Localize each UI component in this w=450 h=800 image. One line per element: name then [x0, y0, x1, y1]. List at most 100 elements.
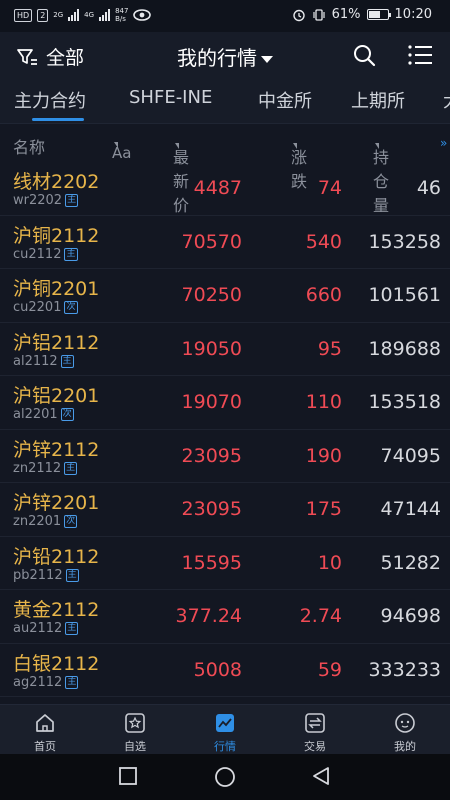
price-change: 110	[305, 391, 342, 413]
tab-dce[interactable]: 大	[443, 87, 450, 113]
last-price: 19050	[181, 337, 242, 360]
search-icon[interactable]	[352, 43, 376, 67]
more-columns-icon[interactable]: »	[440, 136, 447, 150]
quote-row[interactable]: 沪铝2112 al2112 主 19050 95 189688	[0, 323, 450, 376]
col-price[interactable]: 最新价	[173, 134, 189, 215]
col-open-interest[interactable]: 持仓量	[373, 134, 389, 215]
col-aa-label: Aa	[112, 144, 132, 162]
quote-row-partial[interactable]	[0, 697, 450, 704]
contract-code: pb2112	[13, 567, 63, 583]
contract-name: 黄金2112	[13, 599, 100, 621]
col-name[interactable]: 名称	[13, 134, 45, 158]
contract-code-group: au2112 主	[13, 621, 79, 636]
contract-code: zn2112	[13, 460, 62, 476]
price-change: 10	[317, 551, 342, 574]
tab-shfe[interactable]: 上期所	[351, 87, 405, 113]
page-title: 我的行情	[177, 46, 257, 70]
contract-code-group: cu2201 次	[13, 300, 78, 315]
price-change: 59	[317, 658, 342, 681]
last-price: 70570	[181, 230, 242, 253]
contract-name: 沪锌2112	[13, 438, 100, 461]
price-change: 190	[305, 444, 342, 467]
price-change: 74	[317, 177, 342, 199]
open-interest: 51282	[380, 551, 441, 574]
vibrate-icon	[313, 8, 325, 21]
last-price: 4487	[193, 177, 242, 199]
quote-row[interactable]: 沪铅2112 pb2112 主 15595 10 51282	[0, 537, 450, 590]
open-interest: 153518	[368, 391, 441, 413]
contract-badge: 主	[64, 247, 78, 261]
contract-badge: 主	[65, 194, 79, 207]
nav-market[interactable]: 行情	[180, 711, 270, 754]
network-4g-label: 4G	[84, 11, 95, 19]
quote-row[interactable]: 沪铜2112 cu2112 主 70570 540 153258	[0, 216, 450, 269]
contract-name: 沪铅2112	[13, 545, 100, 568]
quote-row[interactable]: 白银2112 ag2112 主 5008 59 333233	[0, 644, 450, 697]
contract-badge: 主	[60, 354, 74, 368]
quote-list: 线材2202 wr2202 主 4487 74 46 沪铜2112 cu2112 主…	[0, 162, 450, 704]
quote-row[interactable]: 沪锌2112 zn2112 主 23095 190 74095	[0, 430, 450, 483]
signal-icon-2	[99, 9, 111, 21]
open-interest: 46	[416, 177, 441, 199]
last-price: 19070	[181, 391, 242, 413]
contract-code-group: al2112 主	[13, 354, 74, 369]
col-aa-sort[interactable]: Aa	[112, 134, 131, 162]
quote-row[interactable]: 沪铜2201 cu2201 次 70250 660 101561	[0, 269, 450, 323]
nav-profile[interactable]: 我的	[360, 711, 450, 754]
col-change[interactable]: 涨跌	[291, 134, 307, 191]
system-nav-bar	[0, 754, 450, 800]
page-title-dropdown[interactable]: 我的行情	[0, 42, 450, 71]
contract-name: 沪铝2201	[13, 385, 100, 407]
contract-code: wr2202	[13, 193, 63, 208]
contract-code-group: ag2112 主	[13, 675, 79, 690]
back-triangle-icon[interactable]	[311, 766, 331, 786]
contract-badge: 主	[65, 622, 79, 635]
contract-code: al2112	[13, 353, 58, 369]
open-interest: 153258	[368, 230, 441, 253]
nav-watchlist[interactable]: 自选	[90, 711, 180, 754]
profile-face-icon	[395, 713, 415, 733]
nav-trade-label: 交易	[304, 740, 326, 753]
quote-row[interactable]: 沪铝2201 al2201 次 19070 110 153518	[0, 376, 450, 430]
contract-name: 白银2112	[13, 652, 100, 675]
contract-name: 沪铜2112	[13, 224, 100, 247]
contract-code: au2112	[13, 621, 63, 636]
last-price: 23095	[181, 444, 242, 467]
home-circle-icon[interactable]	[214, 766, 236, 788]
open-interest: 74095	[380, 444, 441, 467]
alarm-icon	[292, 9, 305, 21]
battery-percent: 61%	[331, 7, 361, 22]
price-change: 660	[305, 284, 342, 306]
status-bar: HD 2 2G 4G 847 B/s 61% 10:20	[0, 0, 450, 32]
contract-name: 沪铝2112	[13, 331, 100, 354]
last-price: 377.24	[175, 605, 242, 627]
quote-row[interactable]: 黄金2112 au2112 主 377.24 2.74 94698	[0, 590, 450, 644]
quote-row[interactable]: 线材2202 wr2202 主 4487 74 46	[0, 162, 450, 216]
active-tab-indicator	[32, 118, 84, 121]
price-change: 540	[305, 230, 342, 253]
open-interest: 47144	[380, 498, 441, 520]
tab-main-contracts[interactable]: 主力合约	[14, 87, 86, 113]
nav-trade[interactable]: 交易	[270, 711, 360, 754]
contract-code-group: pb2112 主	[13, 568, 79, 583]
menu-list-icon[interactable]	[408, 44, 432, 66]
nav-watchlist-label: 自选	[124, 740, 146, 753]
market-chart-icon	[216, 714, 234, 732]
sim-indicator: 2	[37, 8, 49, 22]
price-change: 175	[305, 498, 342, 520]
quote-row[interactable]: 沪锌2201 zn2201 次 23095 175 47144	[0, 483, 450, 537]
tab-shfe-ine[interactable]: SHFE-INE	[129, 87, 212, 108]
tab-cffex[interactable]: 中金所	[258, 87, 312, 113]
contract-code-group: wr2202 主	[13, 193, 79, 208]
speed-value: 847	[115, 7, 129, 15]
recent-apps-icon[interactable]	[118, 766, 138, 786]
bottom-nav: 首页 自选 行情 交易 我的	[0, 704, 450, 754]
trade-arrows-icon	[305, 713, 325, 733]
nav-market-label: 行情	[214, 740, 236, 753]
price-change: 2.74	[299, 605, 342, 627]
network-2g-label: 2G	[53, 11, 64, 19]
nav-home[interactable]: 首页	[0, 711, 90, 754]
last-price: 23095	[181, 498, 242, 520]
network-speed: 847 B/s	[115, 7, 128, 23]
contract-code-group: zn2112 主	[13, 460, 78, 476]
